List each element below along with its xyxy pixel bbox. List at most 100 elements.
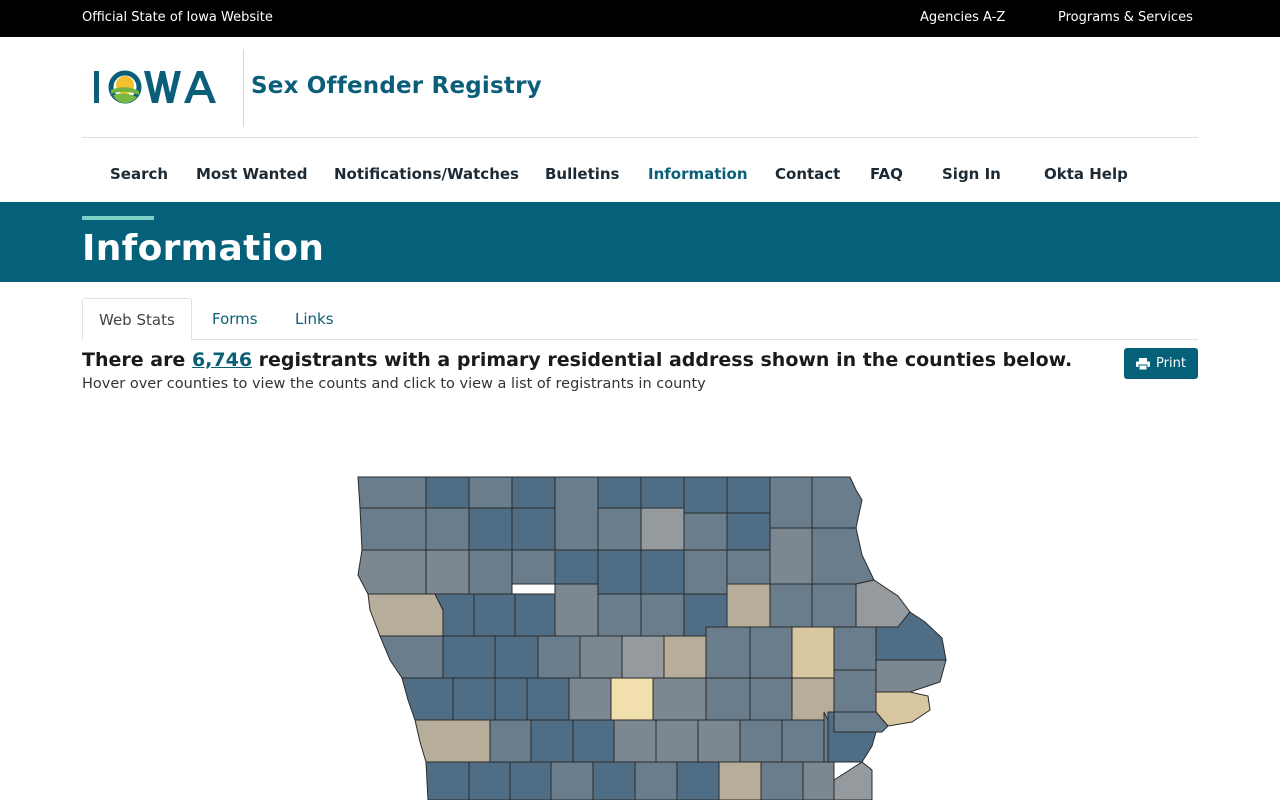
county[interactable] (468, 549, 513, 595)
county[interactable] (634, 761, 678, 800)
county[interactable] (655, 719, 699, 763)
county[interactable] (511, 507, 556, 551)
county[interactable] (613, 719, 657, 763)
county[interactable] (833, 626, 877, 671)
county[interactable] (791, 626, 835, 679)
print-button[interactable]: Print (1124, 348, 1198, 379)
county[interactable] (855, 579, 911, 628)
county[interactable] (811, 527, 875, 585)
county[interactable] (597, 476, 642, 509)
nav-okta-help[interactable]: Okta Help (1044, 165, 1128, 183)
county[interactable] (425, 549, 470, 595)
county[interactable] (357, 476, 427, 509)
county[interactable] (489, 719, 532, 763)
county[interactable] (537, 635, 581, 679)
county[interactable] (425, 476, 470, 509)
county[interactable] (579, 635, 623, 679)
county[interactable] (823, 711, 829, 763)
county[interactable] (640, 476, 685, 509)
nav-bulletins[interactable]: Bulletins (545, 165, 620, 183)
county[interactable] (652, 677, 707, 721)
county[interactable] (697, 719, 741, 763)
county[interactable] (683, 476, 728, 514)
county[interactable] (726, 583, 771, 628)
agencies-a-z-link[interactable]: Agencies A-Z (920, 10, 1005, 25)
county[interactable] (833, 669, 877, 713)
county[interactable] (811, 476, 863, 529)
county[interactable] (568, 677, 612, 721)
nav-notifications-watches[interactable]: Notifications/Watches (334, 165, 519, 183)
tab-links[interactable]: Links (279, 298, 350, 340)
county[interactable] (749, 677, 793, 721)
county[interactable] (554, 549, 599, 585)
county[interactable] (663, 635, 707, 679)
nav-faq[interactable]: FAQ (870, 165, 903, 183)
county[interactable] (509, 761, 552, 800)
county[interactable] (550, 761, 594, 800)
county[interactable] (530, 719, 574, 763)
county[interactable] (769, 583, 813, 628)
county[interactable] (425, 507, 470, 551)
county[interactable] (514, 593, 556, 637)
county[interactable] (802, 761, 835, 800)
county[interactable] (511, 549, 556, 585)
county[interactable] (621, 635, 665, 679)
county[interactable] (760, 761, 804, 800)
county[interactable] (359, 507, 427, 551)
county[interactable] (749, 626, 793, 679)
county[interactable] (811, 583, 857, 628)
programs-services-link[interactable]: Programs & Services (1058, 10, 1193, 25)
county[interactable] (367, 593, 444, 637)
county[interactable] (683, 549, 728, 595)
iowa-logo[interactable] (92, 65, 234, 109)
county[interactable] (442, 635, 496, 679)
tab-web-stats[interactable]: Web Stats (82, 298, 192, 340)
county[interactable] (511, 476, 556, 509)
tab-forms[interactable]: Forms (196, 298, 274, 340)
county[interactable] (683, 512, 728, 551)
county[interactable] (379, 635, 444, 679)
county[interactable] (597, 507, 642, 551)
county[interactable] (468, 507, 513, 551)
county[interactable] (781, 719, 825, 763)
county[interactable] (705, 626, 751, 679)
county[interactable] (554, 583, 599, 637)
county[interactable] (357, 549, 427, 595)
county[interactable] (494, 677, 528, 721)
county[interactable] (610, 677, 654, 721)
county[interactable] (526, 677, 570, 721)
county[interactable] (597, 549, 642, 595)
county[interactable] (468, 761, 511, 800)
registrant-count-link[interactable]: 6,746 (192, 349, 252, 371)
county[interactable] (640, 593, 685, 637)
nav-search[interactable]: Search (110, 165, 168, 183)
county[interactable] (769, 527, 813, 585)
county[interactable] (494, 635, 539, 679)
county[interactable] (726, 549, 771, 585)
county[interactable] (718, 761, 762, 800)
nav-sign-in[interactable]: Sign In (942, 165, 1001, 183)
nav-most-wanted[interactable]: Most Wanted (196, 165, 307, 183)
county[interactable] (640, 507, 685, 551)
county[interactable] (676, 761, 720, 800)
county[interactable] (769, 476, 813, 529)
county[interactable] (425, 761, 470, 800)
nav-information[interactable]: Information (648, 165, 748, 183)
nav-contact[interactable]: Contact (775, 165, 840, 183)
county[interactable] (572, 719, 615, 763)
county[interactable] (401, 677, 454, 721)
county[interactable] (452, 677, 496, 721)
county[interactable] (726, 476, 771, 514)
county[interactable] (875, 659, 947, 693)
county[interactable] (726, 512, 771, 551)
county[interactable] (592, 761, 636, 800)
county[interactable] (705, 677, 751, 721)
county[interactable] (739, 719, 783, 763)
county[interactable] (473, 593, 516, 637)
county[interactable] (468, 476, 513, 509)
county[interactable] (554, 476, 599, 551)
county[interactable] (640, 549, 685, 595)
county[interactable] (414, 719, 491, 763)
county[interactable] (597, 593, 642, 637)
site-title[interactable]: Sex Offender Registry (251, 73, 542, 99)
